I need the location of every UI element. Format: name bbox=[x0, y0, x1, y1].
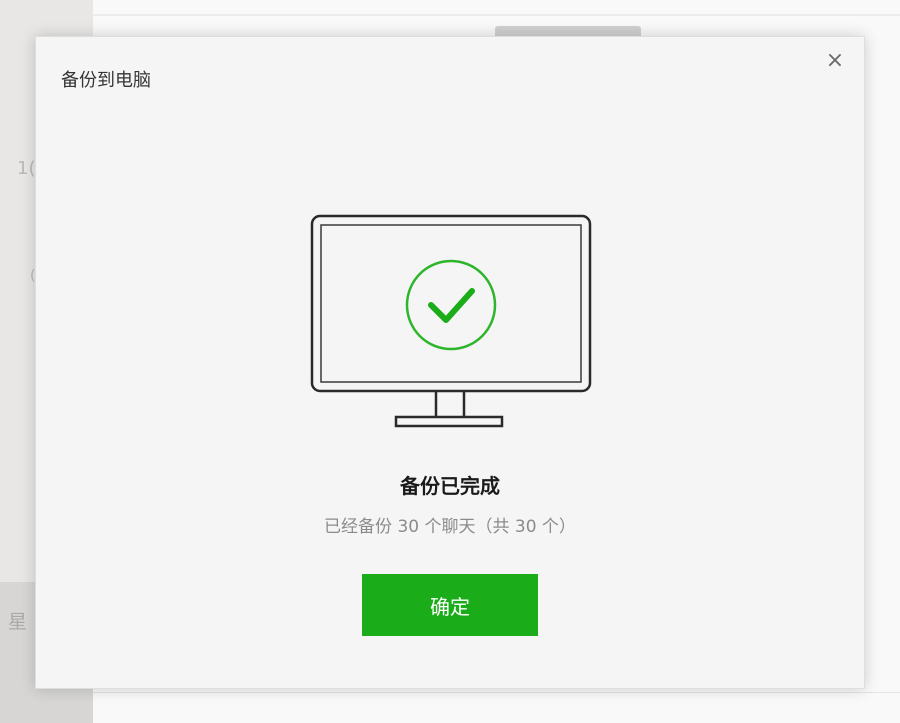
backup-dialog: 备份到电脑 × 备份已完成 已经备份 30 个聊天（共 30 个） 确定 bbox=[35, 36, 865, 689]
background-divider-top bbox=[93, 14, 900, 16]
dialog-title: 备份到电脑 bbox=[61, 70, 151, 91]
monitor-check-icon bbox=[310, 214, 592, 428]
confirm-button[interactable]: 确定 bbox=[362, 574, 538, 636]
background-tab bbox=[495, 26, 641, 36]
background-text: 1( bbox=[17, 158, 36, 179]
close-button[interactable]: × bbox=[824, 47, 846, 73]
status-title: 备份已完成 bbox=[400, 474, 500, 498]
close-icon: × bbox=[825, 47, 845, 73]
background-divider-bottom bbox=[93, 692, 900, 693]
background-text: 星 bbox=[8, 611, 28, 633]
status-detail: 已经备份 30 个聊天（共 30 个） bbox=[324, 517, 576, 537]
